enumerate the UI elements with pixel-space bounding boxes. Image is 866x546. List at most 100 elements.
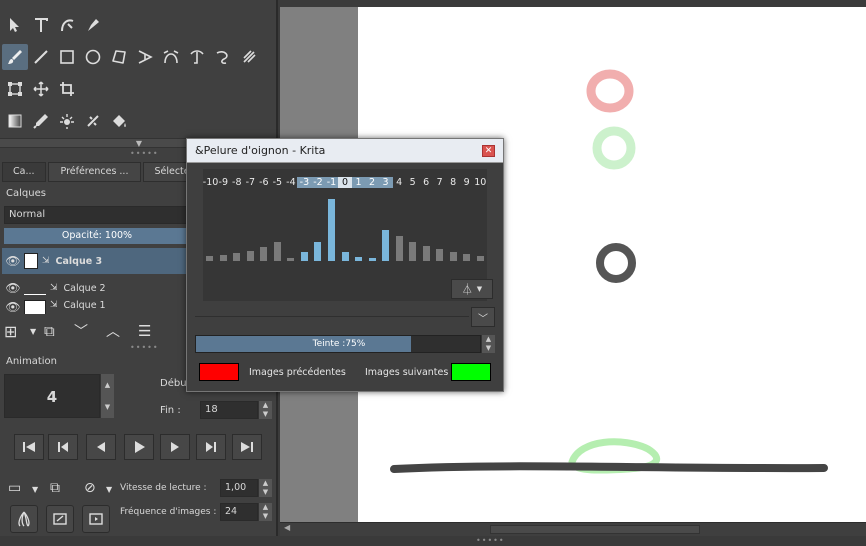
path-icon[interactable] bbox=[184, 44, 210, 70]
onion-opacity-bar--10[interactable] bbox=[206, 256, 214, 261]
smart-patch-icon[interactable] bbox=[54, 108, 80, 134]
freehand-path-icon[interactable] bbox=[210, 44, 236, 70]
bezier-icon[interactable] bbox=[158, 44, 184, 70]
play-button[interactable] bbox=[124, 434, 154, 460]
drag-handle-icon[interactable]: ••••• bbox=[130, 149, 159, 158]
gradient-icon[interactable] bbox=[2, 108, 28, 134]
onion-frame-7-toggle[interactable]: 7 bbox=[433, 177, 447, 188]
onion-frame--10-toggle[interactable]: -10 bbox=[203, 177, 219, 188]
next-keyframe-button[interactable] bbox=[196, 434, 226, 460]
fps-field[interactable]: 24 bbox=[220, 503, 258, 521]
remove-frame-icon[interactable]: ⊘ bbox=[84, 480, 96, 496]
vector-edit-icon[interactable] bbox=[80, 12, 106, 38]
tab-layers[interactable]: Ca... bbox=[2, 162, 46, 182]
onion-skin-button[interactable] bbox=[10, 505, 38, 533]
onion-frame-4-toggle[interactable]: 4 bbox=[392, 177, 406, 188]
onion-opacity-bar-10[interactable] bbox=[476, 256, 484, 261]
text-icon[interactable] bbox=[28, 12, 54, 38]
speed-field[interactable]: 1,00 bbox=[220, 479, 258, 497]
onion-opacity-bar--9[interactable] bbox=[219, 254, 227, 261]
onion-frame-9-toggle[interactable]: 9 bbox=[460, 177, 474, 188]
layer-row-2[interactable]: 👁 ⇲ Calque 2 bbox=[2, 275, 192, 301]
previous-color-swatch[interactable] bbox=[199, 363, 239, 381]
onion-frame--5-toggle[interactable]: -5 bbox=[270, 177, 284, 188]
onion-opacity-bar--1[interactable] bbox=[327, 199, 335, 261]
add-layer-icon[interactable]: ⊞ bbox=[4, 322, 30, 341]
drop-frames-button[interactable] bbox=[46, 505, 74, 533]
select-icon[interactable] bbox=[2, 12, 28, 38]
expand-button[interactable]: ﹀ bbox=[471, 307, 495, 327]
previous-keyframe-button[interactable] bbox=[48, 434, 78, 460]
onion-opacity-bar--4[interactable] bbox=[287, 257, 295, 261]
audio-button[interactable] bbox=[82, 505, 110, 533]
layer-properties-icon[interactable]: ☰ bbox=[138, 322, 164, 340]
onion-frame--7-toggle[interactable]: -7 bbox=[243, 177, 257, 188]
scroll-left-icon[interactable]: ◀ bbox=[284, 523, 290, 532]
move-icon[interactable] bbox=[28, 76, 54, 102]
copy-frame-icon[interactable]: ⧉ bbox=[50, 480, 60, 496]
onion-frame-6-toggle[interactable]: 6 bbox=[419, 177, 433, 188]
assistant-icon[interactable] bbox=[80, 108, 106, 134]
onion-frame-1-toggle[interactable]: 1 bbox=[351, 177, 366, 188]
last-frame-button[interactable] bbox=[232, 434, 262, 460]
chevron-down-icon[interactable]: ▼ bbox=[32, 485, 38, 494]
onion-opacity-bar--8[interactable] bbox=[233, 252, 241, 261]
tint-stepper[interactable]: ▲ ▼ bbox=[481, 335, 495, 353]
onion-frame--8-toggle[interactable]: -8 bbox=[230, 177, 244, 188]
frame-stepper[interactable]: ▲ ▼ bbox=[100, 374, 114, 418]
onion-frame--4-toggle[interactable]: -4 bbox=[284, 177, 298, 188]
tab-preferences[interactable]: Préférences ... bbox=[47, 162, 142, 182]
onion-frame-5-toggle[interactable]: 5 bbox=[406, 177, 420, 188]
onion-frame--3-toggle[interactable]: -3 bbox=[297, 177, 312, 188]
calligraphy-icon[interactable] bbox=[54, 12, 80, 38]
onion-opacity-bar-9[interactable] bbox=[463, 253, 471, 261]
crop-icon[interactable] bbox=[54, 76, 80, 102]
duplicate-layer-icon[interactable]: ⧉ bbox=[44, 322, 74, 340]
layer-row-1[interactable]: 👁 ⇲ Calque 1 bbox=[2, 300, 192, 314]
chevron-down-icon[interactable]: ▼ bbox=[30, 327, 44, 336]
end-frame-field[interactable]: 18 bbox=[200, 401, 258, 419]
color-picker-icon[interactable] bbox=[28, 108, 54, 134]
chevron-down-icon[interactable]: ▼ bbox=[106, 485, 112, 494]
fps-stepper[interactable]: ▲ ▼ bbox=[258, 503, 272, 521]
onion-opacity-bar-6[interactable] bbox=[422, 245, 430, 261]
first-frame-button[interactable] bbox=[14, 434, 44, 460]
next-frame-button[interactable] bbox=[160, 434, 190, 460]
drag-handle-icon[interactable]: ••••• bbox=[476, 536, 505, 545]
rectangle-icon[interactable] bbox=[54, 44, 80, 70]
frame-icon[interactable]: ▭ bbox=[8, 480, 21, 496]
onion-opacity-bar--2[interactable] bbox=[314, 242, 322, 261]
onion-frame-2-toggle[interactable]: 2 bbox=[365, 177, 380, 188]
eye-icon[interactable]: 👁 bbox=[2, 281, 24, 295]
blend-mode-select[interactable]: Normal bbox=[4, 206, 190, 224]
onion-opacity-bar-8[interactable] bbox=[449, 251, 457, 261]
onion-opacity-bar-5[interactable] bbox=[409, 242, 417, 261]
line-icon[interactable] bbox=[28, 44, 54, 70]
transform-icon[interactable] bbox=[2, 76, 28, 102]
brush-icon[interactable] bbox=[2, 44, 28, 70]
onion-frame--9-toggle[interactable]: -9 bbox=[216, 177, 230, 188]
ellipse-icon[interactable] bbox=[80, 44, 106, 70]
scrollbar-thumb[interactable] bbox=[490, 525, 700, 534]
onion-frame-3-toggle[interactable]: 3 bbox=[378, 177, 393, 188]
onion-opacity-bar--3[interactable] bbox=[300, 252, 308, 261]
speed-stepper[interactable]: ▲ ▼ bbox=[258, 479, 272, 497]
end-frame-stepper[interactable]: ▲ ▼ bbox=[258, 401, 272, 419]
current-frame-field[interactable]: 4 bbox=[4, 374, 100, 418]
onion-opacity-bar--6[interactable] bbox=[260, 247, 268, 261]
layer-row-3[interactable]: 👁 ⇲ Calque 3 bbox=[2, 248, 192, 274]
onion-opacity-bar-0[interactable] bbox=[341, 252, 349, 261]
next-color-swatch[interactable] bbox=[451, 363, 491, 381]
dialog-titlebar[interactable]: &Pelure d'oignon - Krita ✕ bbox=[187, 139, 503, 163]
onion-frame-0-toggle[interactable]: 0 bbox=[338, 177, 352, 188]
eye-icon[interactable]: 👁 bbox=[2, 300, 24, 314]
close-button[interactable]: ✕ bbox=[482, 145, 495, 157]
onion-frame--1-toggle[interactable]: -1 bbox=[324, 177, 339, 188]
polyline-icon[interactable] bbox=[132, 44, 158, 70]
onion-opacity-bar-7[interactable] bbox=[436, 248, 444, 261]
onion-opacity-bar--5[interactable] bbox=[273, 242, 281, 261]
fill-icon[interactable] bbox=[106, 108, 132, 134]
onion-frame-8-toggle[interactable]: 8 bbox=[446, 177, 460, 188]
filter-dropdown-button[interactable]: ⏃ ▼ bbox=[451, 279, 493, 299]
onion-opacity-bar-4[interactable] bbox=[395, 236, 403, 261]
